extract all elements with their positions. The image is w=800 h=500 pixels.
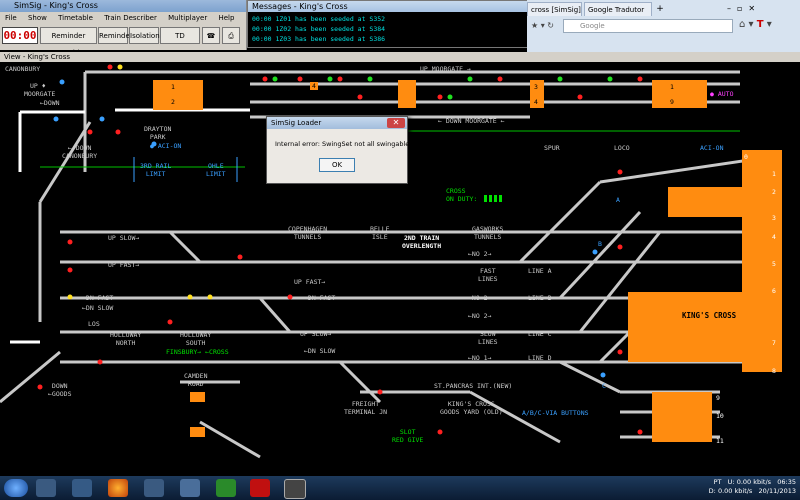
new-tab-icon[interactable]: +: [654, 3, 666, 15]
system-tray: PT U: 0.00 kbit/s 06:35 D: 0.00 kbit/s 2…: [709, 478, 796, 496]
browser-tab-simsig[interactable]: cross [SimSig]: [527, 2, 582, 16]
clock-time[interactable]: 06:35: [777, 478, 796, 486]
simsig-title-bar: SimSig - King's Cross: [0, 0, 246, 12]
menu-show[interactable]: Show: [28, 14, 47, 22]
close-icon[interactable]: ✕: [387, 118, 405, 128]
language-indicator[interactable]: PT: [714, 478, 722, 486]
media-player-icon[interactable]: [72, 479, 92, 497]
browser-tab-translate[interactable]: Google Tradutor: [584, 2, 652, 16]
view-title-bar: View - King's Cross: [0, 52, 800, 62]
menu-help[interactable]: Help: [218, 14, 234, 22]
explorer-icon[interactable]: [36, 479, 56, 497]
search-input[interactable]: Google: [563, 19, 733, 33]
menu-train-describer[interactable]: Train Describer: [104, 14, 157, 22]
isolation-button[interactable]: Isolation: [129, 27, 160, 44]
firefox-icon[interactable]: [108, 479, 128, 497]
reminder-override-button[interactable]: Reminder Override: [40, 27, 97, 57]
folder-icon[interactable]: [144, 479, 164, 497]
reminder-button[interactable]: Reminder: [98, 27, 133, 44]
window-controls-icon[interactable]: –▫✕: [727, 4, 797, 14]
start-button-icon[interactable]: [4, 479, 28, 497]
message-line: 00:00 1Z01 has been seeded at S352: [252, 15, 386, 23]
clock-date[interactable]: 20/11/2013: [759, 487, 796, 495]
upload-label: U:: [727, 478, 735, 486]
menu-file[interactable]: File: [5, 14, 17, 22]
simsig-menu-bar: File Show Timetable Train Describer Mult…: [0, 13, 246, 24]
message-line: 00:00 1Z03 has been seeded at S386: [252, 35, 386, 43]
download-rate: 0.00 kbit/s: [717, 487, 753, 495]
upload-rate: 0.00 kbit/s: [736, 478, 772, 486]
dialog-message: Internal error: SwingSet not all swingab…: [275, 140, 410, 148]
phone-icon[interactable]: ☎: [202, 27, 220, 44]
taskbar: PT U: 0.00 kbit/s 06:35 D: 0.00 kbit/s 2…: [0, 476, 800, 500]
toolbar-icons[interactable]: ⌂ ▾ T ▾: [739, 19, 799, 33]
messages-title-bar: Messages - King's Cross: [248, 1, 527, 12]
td-interpose-button[interactable]: TD Interpose: [160, 27, 200, 57]
download-label: D:: [708, 487, 716, 495]
simsig-main-window: SimSig - King's Cross File Show Timetabl…: [0, 0, 247, 57]
simsig-taskbar-icon[interactable]: [284, 479, 306, 499]
printer-icon[interactable]: ⎙: [222, 27, 240, 44]
message-line: 00:00 1Z02 has been seeded at S384: [252, 25, 386, 33]
ok-button[interactable]: OK: [319, 158, 355, 172]
error-dialog: SimSig Loader ✕ Internal error: SwingSet…: [266, 116, 410, 184]
app-icon[interactable]: [216, 479, 236, 497]
acrobat-icon[interactable]: [250, 479, 270, 497]
browser-window: cross [SimSig] Google Tradutor + –▫✕ ★ ▾…: [527, 0, 800, 52]
dialog-title-bar: SimSig Loader: [267, 117, 407, 129]
menu-multiplayer[interactable]: Multiplayer: [168, 14, 207, 22]
sim-clock[interactable]: 00:00: [2, 27, 38, 44]
menu-timetable[interactable]: Timetable: [58, 14, 93, 22]
notepad-icon[interactable]: [180, 479, 200, 497]
messages-window: Messages - King's Cross 00:00 1Z01 has b…: [247, 0, 528, 48]
